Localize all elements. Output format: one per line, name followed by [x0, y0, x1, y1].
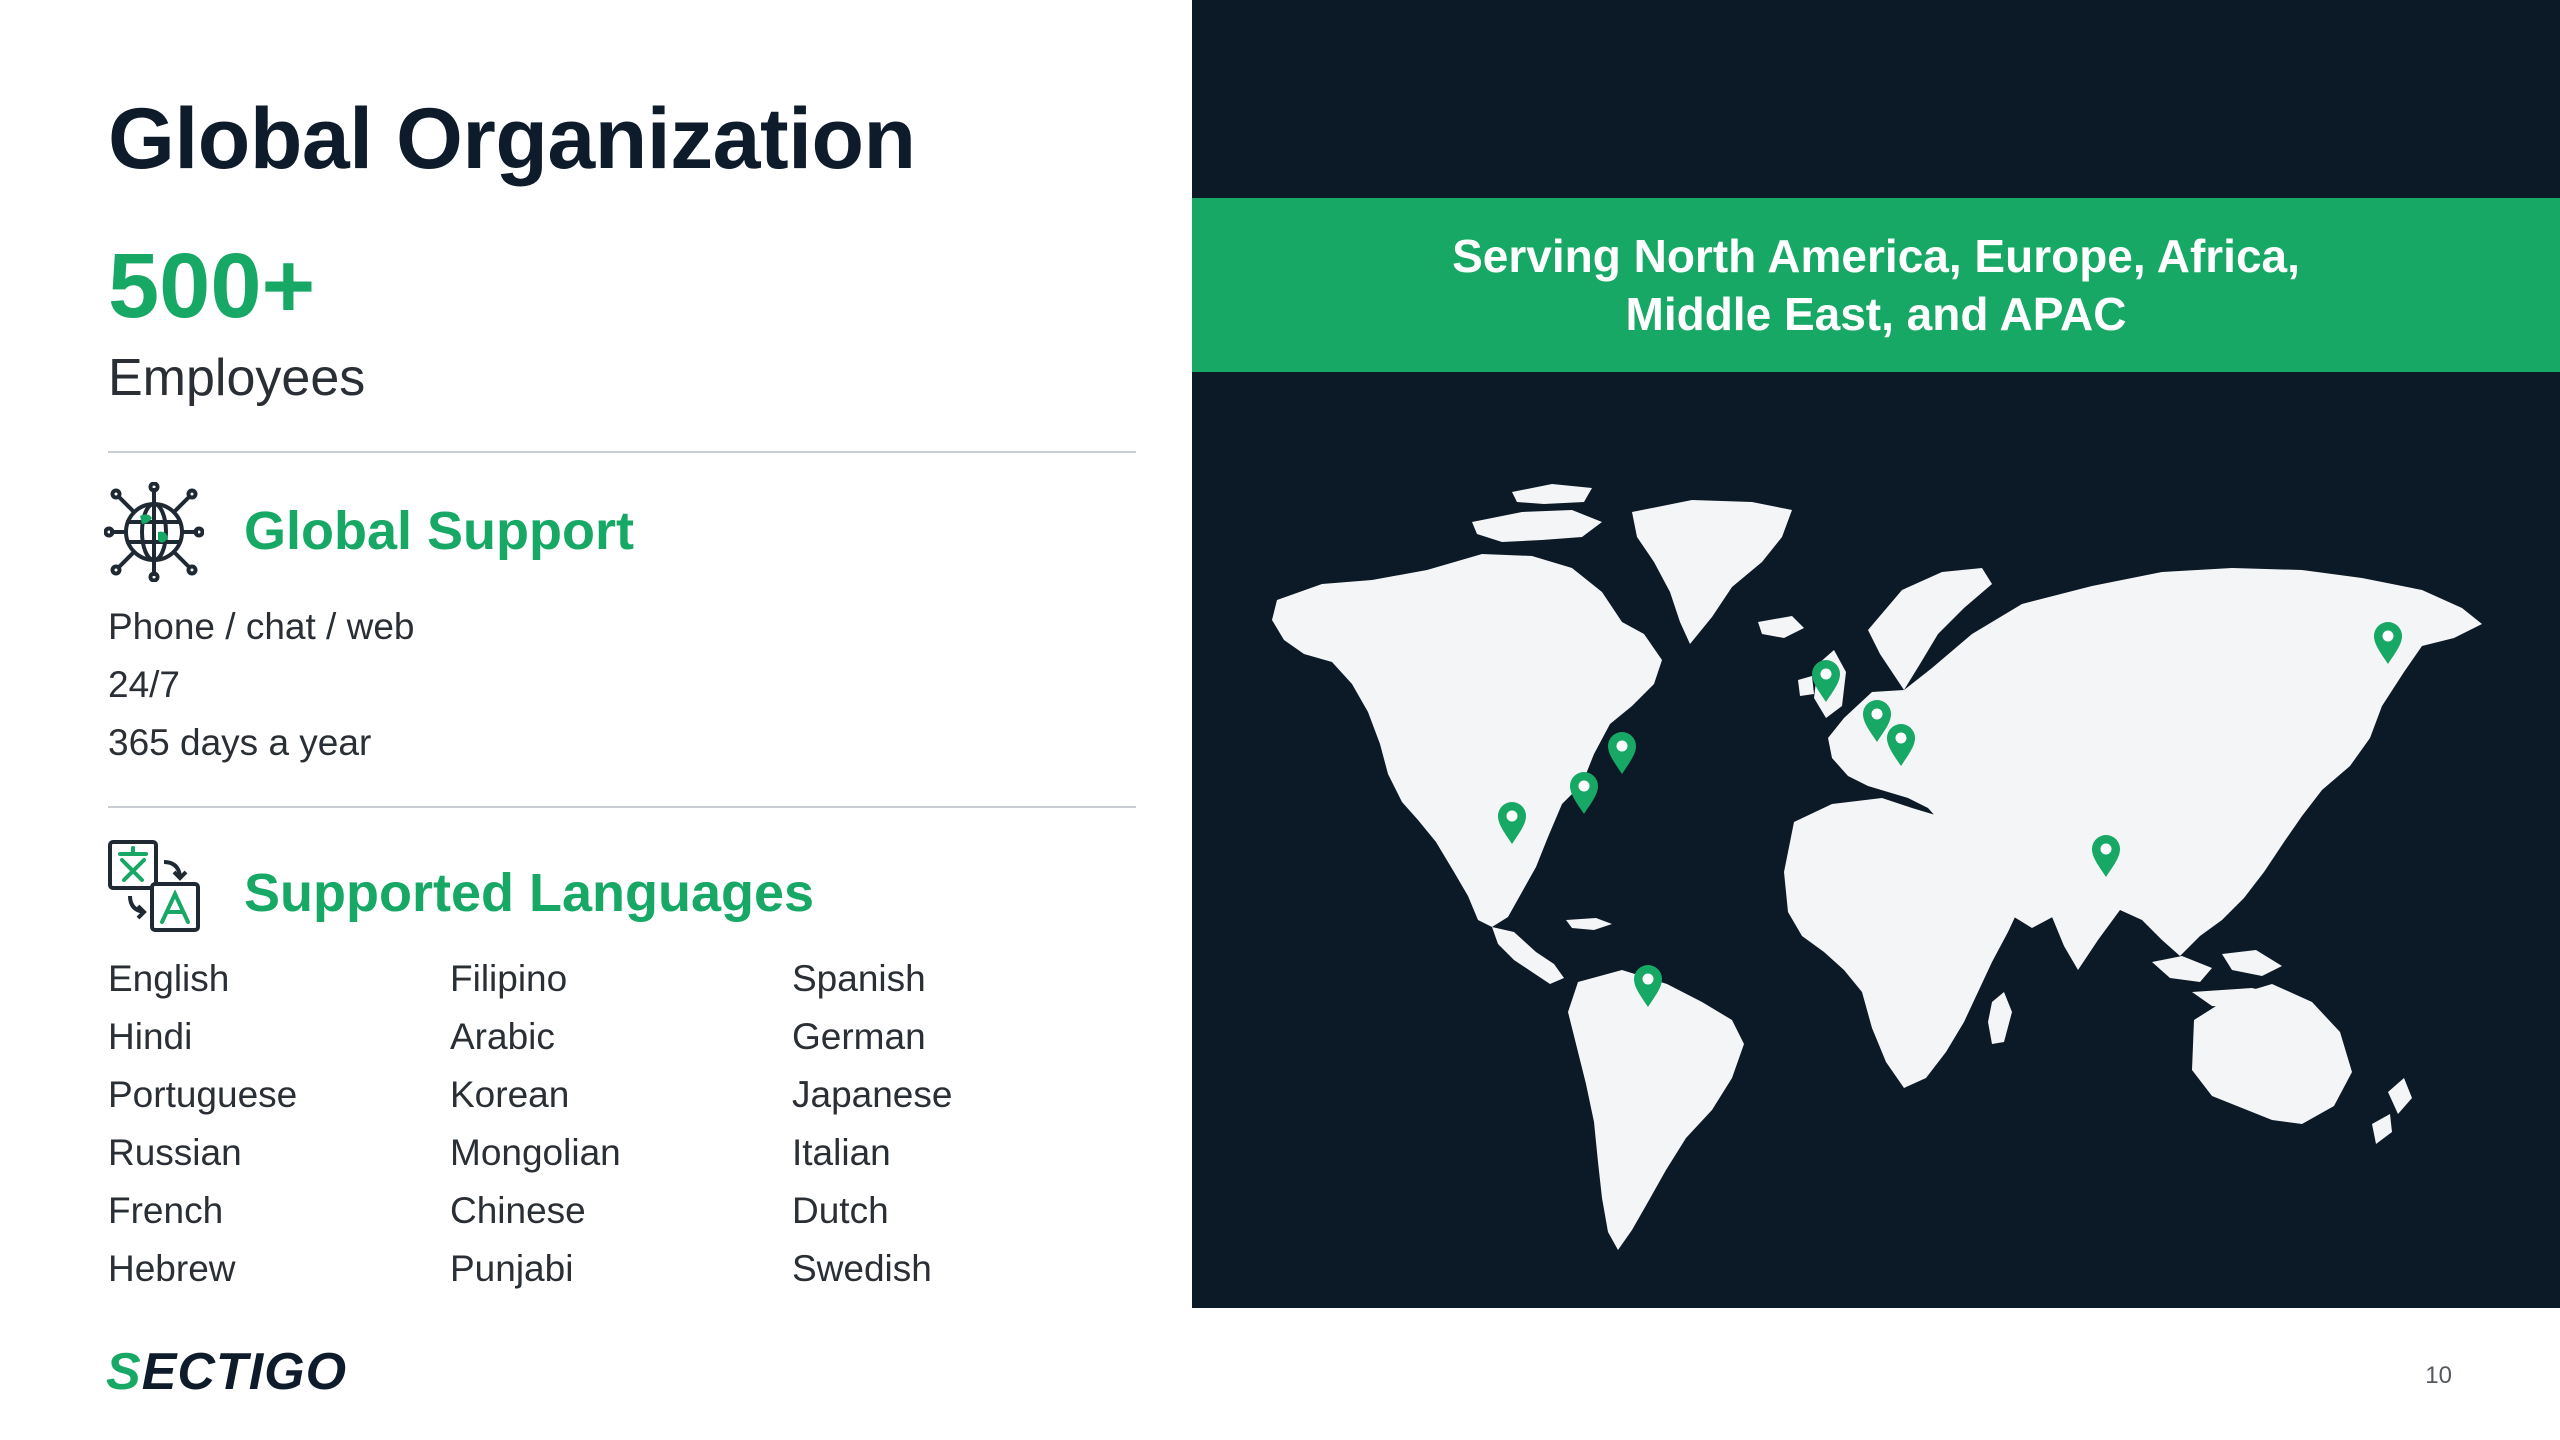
support-days: 365 days a year	[108, 722, 372, 763]
language-item: Italian	[792, 1132, 891, 1173]
language-item: Mongolian	[450, 1132, 621, 1173]
globe-network-icon	[103, 481, 205, 583]
language-item: English	[108, 958, 230, 999]
employee-count-label: Employees	[108, 349, 366, 407]
map-panel: Serving North America, Europe, Africa, M…	[1192, 0, 2560, 1308]
language-item: Hindi	[108, 1016, 193, 1057]
language-item: Hebrew	[108, 1248, 236, 1289]
support-hours: 24/7	[108, 664, 181, 705]
language-item: Punjabi	[450, 1248, 574, 1289]
support-details: Phone / chat / web 24/7 365 days a year	[108, 598, 414, 772]
global-support-heading: Global Support	[244, 501, 634, 561]
language-item: Korean	[450, 1074, 570, 1115]
employee-count: 500+	[108, 235, 316, 337]
regions-banner: Serving North America, Europe, Africa, M…	[1192, 198, 2560, 372]
world-map-land	[1272, 484, 2482, 1250]
section-divider	[108, 451, 1136, 453]
language-item: Spanish	[792, 958, 926, 999]
world-map	[1272, 484, 2482, 1250]
regions-banner-text: Serving North America, Europe, Africa, M…	[1452, 230, 2300, 340]
logo-wordmark: ECTIGO	[141, 1343, 348, 1401]
location-pin-icon	[1608, 732, 1636, 774]
language-item: Chinese	[450, 1190, 586, 1231]
language-item: French	[108, 1190, 224, 1231]
language-item: German	[792, 1016, 926, 1057]
language-item: Arabic	[450, 1016, 555, 1057]
language-list: English Filipino Spanish Hindi Arabic Ge…	[108, 950, 1108, 1298]
location-pin-icon	[1570, 772, 1598, 814]
language-item: Japanese	[792, 1074, 953, 1115]
translate-icon	[104, 836, 204, 936]
support-channels: Phone / chat / web	[108, 606, 415, 647]
language-item: Russian	[108, 1132, 242, 1173]
slide: Global Organization 500+ Employees Globa…	[0, 0, 2560, 1440]
logo-mark: S	[106, 1343, 142, 1401]
language-item: Dutch	[792, 1190, 889, 1231]
section-divider	[108, 806, 1136, 808]
language-item: Portuguese	[108, 1074, 298, 1115]
page-title: Global Organization	[108, 91, 916, 187]
sectigo-logo: SECTIGO	[106, 1346, 347, 1398]
language-item: Filipino	[450, 958, 568, 999]
supported-languages-heading: Supported Languages	[244, 863, 815, 923]
page-number: 10	[2425, 1362, 2452, 1389]
language-item: Swedish	[792, 1248, 932, 1289]
